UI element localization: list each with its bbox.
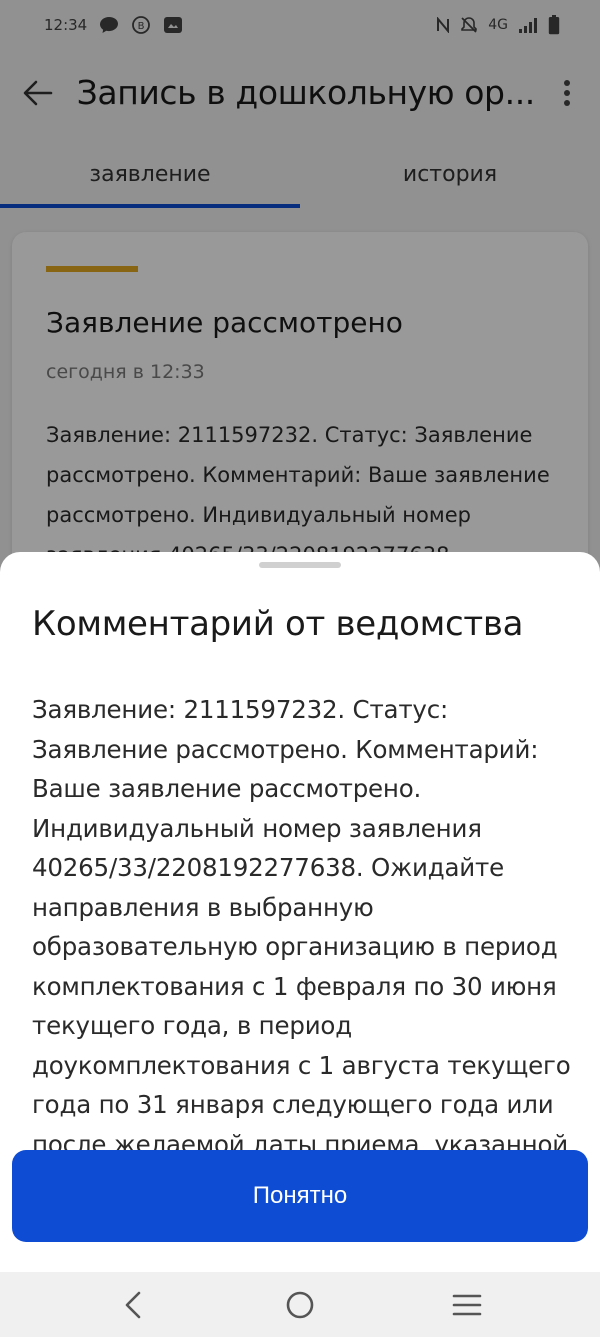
understood-button[interactable]: Понятно: [12, 1150, 588, 1242]
sheet-title: Комментарий от ведомства: [32, 604, 524, 644]
sheet-body: Заявление: 2111597232. Статус: Заявление…: [32, 695, 571, 1198]
system-nav-bar: [0, 1272, 600, 1337]
drag-handle[interactable]: [259, 562, 341, 568]
nav-home-icon[interactable]: [255, 1275, 345, 1335]
nav-back-icon[interactable]: [88, 1275, 178, 1335]
comment-bottom-sheet: Комментарий от ведомства Заявление: 2111…: [0, 552, 600, 1272]
nav-recents-icon[interactable]: [422, 1275, 512, 1335]
